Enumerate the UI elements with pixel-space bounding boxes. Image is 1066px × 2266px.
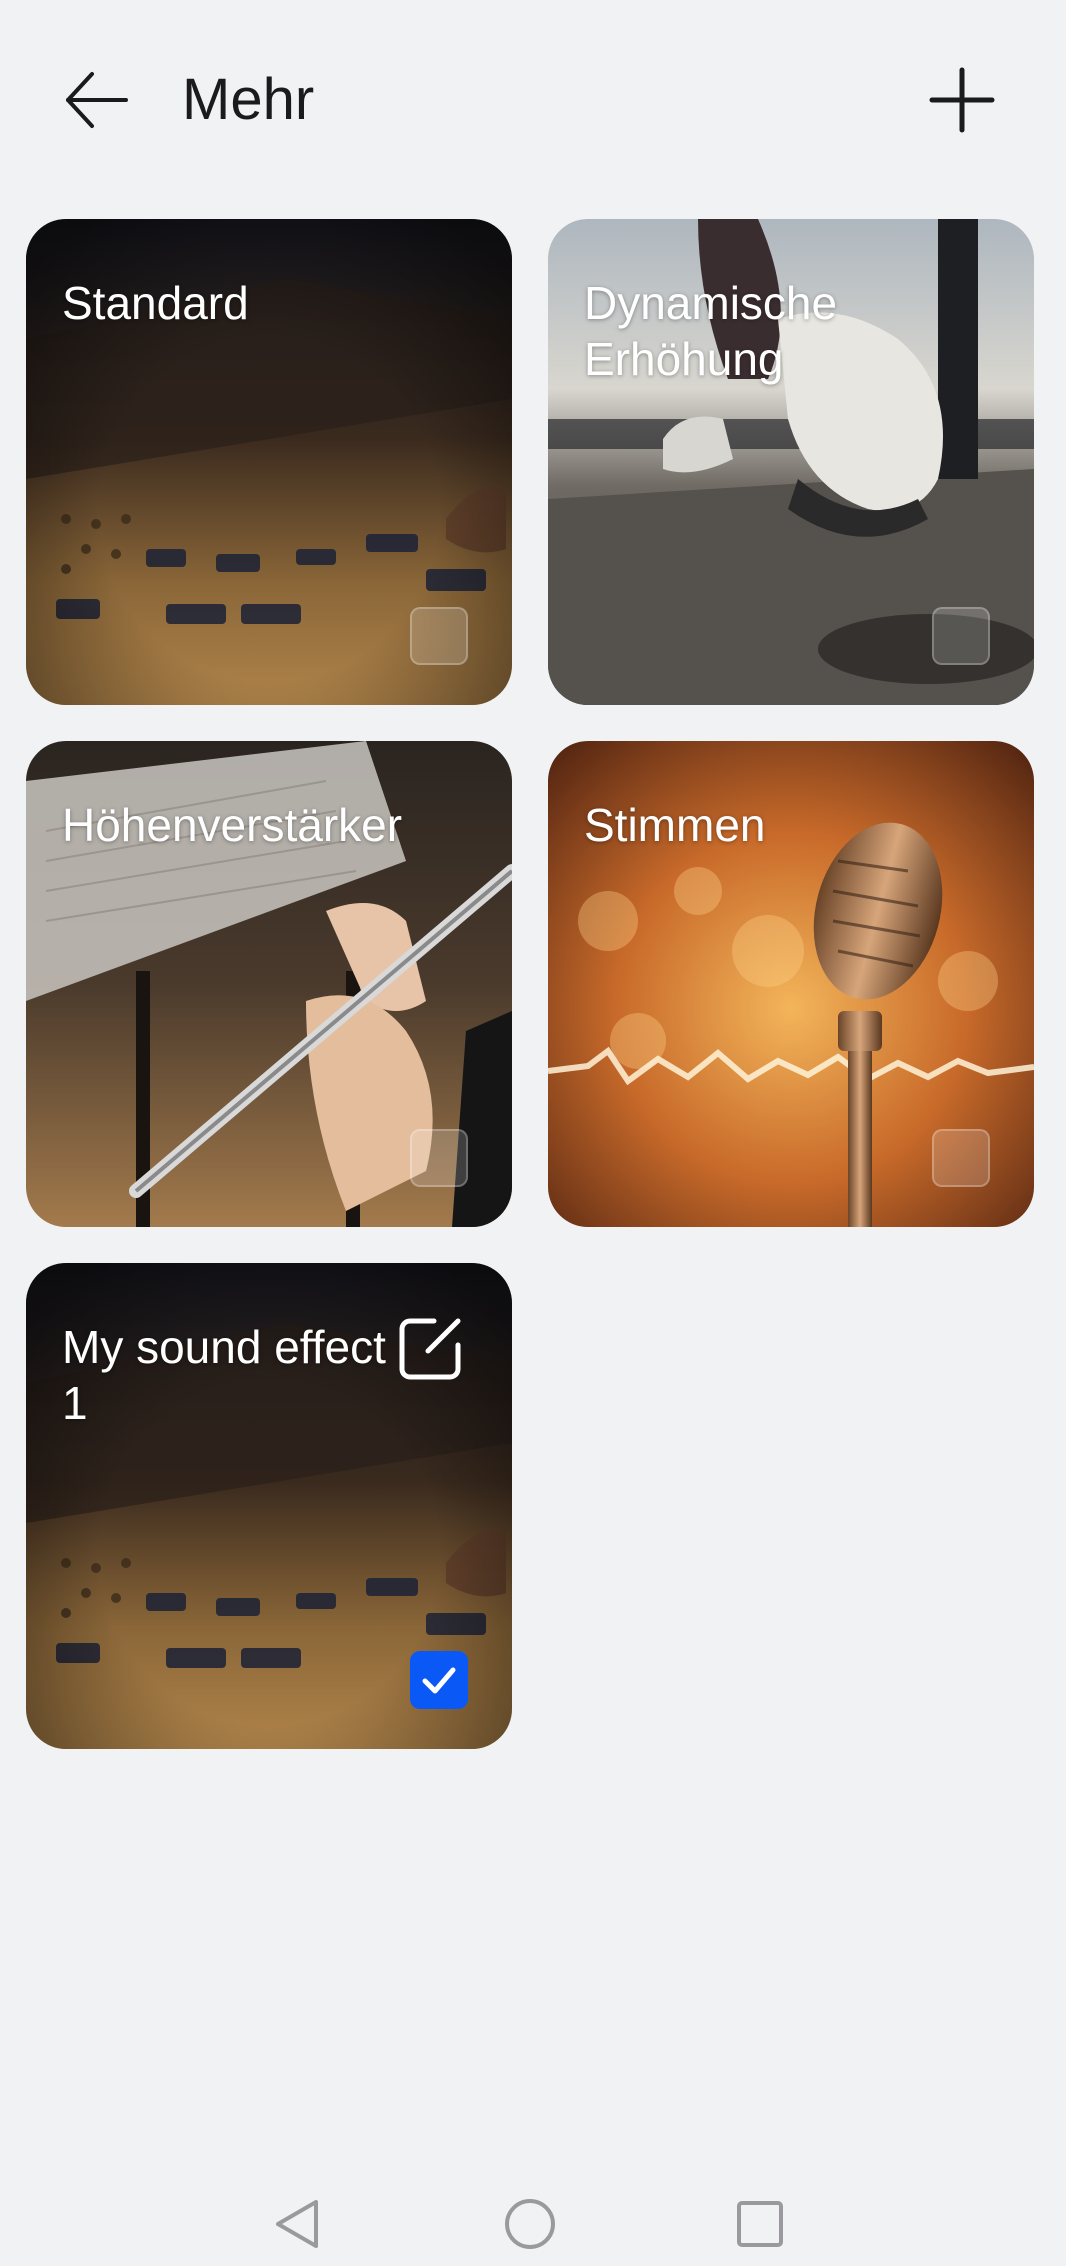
effect-label: Stimmen	[584, 799, 766, 851]
effect-card-standard[interactable]: Standard	[26, 219, 512, 705]
nav-back-button[interactable]	[270, 2196, 326, 2252]
square-recents-icon	[737, 2201, 783, 2247]
edit-icon	[399, 1318, 461, 1380]
header: Mehr	[0, 0, 1066, 200]
effect-checkbox-selected[interactable]	[410, 1651, 468, 1709]
checkmark-icon	[422, 1667, 456, 1694]
effect-label: Höhenverstärker	[62, 799, 403, 851]
plus-icon	[929, 67, 995, 133]
effect-label: Dynamische Erhöhung	[584, 277, 838, 385]
circle-home-icon	[505, 2199, 555, 2249]
effect-checkbox[interactable]	[410, 607, 468, 665]
effect-card-stimmen[interactable]: Stimmen	[548, 741, 1034, 1227]
edit-button[interactable]	[396, 1313, 466, 1383]
back-button[interactable]	[56, 60, 136, 140]
page-title: Mehr	[182, 67, 315, 132]
effect-checkbox[interactable]	[932, 1129, 990, 1187]
effect-checkbox[interactable]	[410, 1129, 468, 1187]
effect-card-dynamische-erhoehung[interactable]: Dynamische Erhöhung	[548, 219, 1034, 705]
effect-card-hoehenverstaerker[interactable]: Höhenverstärker	[26, 741, 512, 1227]
nav-home-button[interactable]	[502, 2196, 558, 2252]
effect-checkbox[interactable]	[932, 607, 990, 665]
arrow-left-icon	[66, 72, 128, 128]
sound-effects-screen: Mehr Standard Dynamische Erhöhung Höhenv…	[0, 0, 1066, 2266]
effect-card-my-sound-effect-1[interactable]: My sound effect 1	[26, 1263, 512, 1749]
triangle-back-icon	[276, 2200, 318, 2248]
nav-recents-button[interactable]	[732, 2196, 788, 2252]
add-effect-button[interactable]	[920, 60, 1004, 140]
effect-label: Standard	[62, 277, 249, 329]
effect-label: My sound effect 1	[62, 1321, 386, 1429]
